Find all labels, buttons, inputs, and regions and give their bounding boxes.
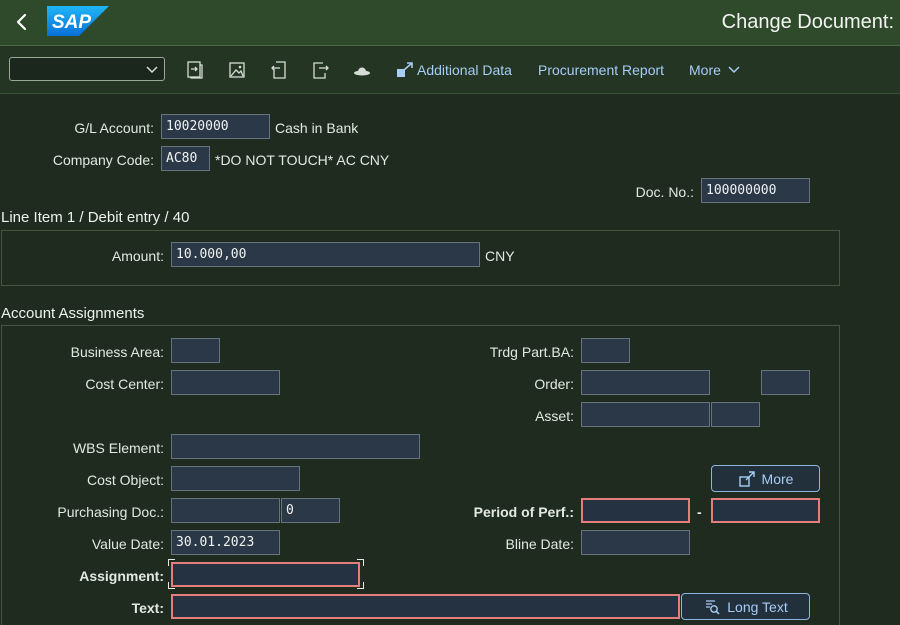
asset-label: Asset:	[535, 408, 574, 424]
order-field[interactable]	[581, 370, 710, 395]
cost-object-field[interactable]	[171, 466, 300, 491]
focus-marker	[357, 582, 364, 589]
more-menu-button[interactable]: More	[689, 62, 741, 78]
bline-date-label: Bline Date:	[505, 536, 574, 552]
more-assignments-button[interactable]: More	[711, 465, 820, 492]
text-field[interactable]	[171, 594, 680, 619]
order-extra-field[interactable]	[761, 370, 810, 395]
order-label: Order:	[534, 376, 574, 392]
long-text-label: Long Text	[727, 598, 788, 615]
doc-no-label: Doc. No.:	[635, 184, 694, 200]
back-button[interactable]	[10, 10, 34, 34]
chevron-down-icon	[146, 66, 158, 74]
period-to-field[interactable]	[711, 498, 820, 523]
cost-object-label: Cost Object:	[86, 472, 164, 488]
layout-select[interactable]	[9, 57, 165, 81]
value-date-label: Value Date:	[91, 536, 164, 552]
svg-text:SAP: SAP	[52, 12, 91, 33]
assignment-label: Assignment:	[79, 568, 164, 584]
image-icon[interactable]	[227, 60, 247, 80]
chevron-left-icon	[16, 13, 27, 31]
period-from-field[interactable]	[581, 498, 690, 523]
assignment-field[interactable]	[171, 562, 360, 587]
value-date-field[interactable]: 30.01.2023	[171, 530, 280, 555]
additional-data-button[interactable]: Additional Data	[417, 62, 512, 78]
gl-account-description: Cash in Bank	[275, 120, 359, 136]
trdg-part-field[interactable]	[581, 338, 630, 363]
line-item-section-title: Line Item 1 / Debit entry / 40	[1, 209, 190, 226]
business-area-label: Business Area:	[70, 344, 164, 360]
asset-field[interactable]	[581, 402, 710, 427]
gl-account-field[interactable]: 10020000	[161, 114, 270, 139]
text-label: Text:	[131, 600, 164, 616]
wbs-element-label: WBS Element:	[72, 440, 164, 456]
additional-data-icon	[395, 60, 415, 80]
divider	[0, 93, 900, 94]
cost-center-field[interactable]	[171, 370, 280, 395]
asset-subnumber-field[interactable]	[711, 402, 760, 427]
document-switch-icon[interactable]	[185, 60, 205, 80]
long-text-button[interactable]: Long Text	[681, 593, 810, 620]
document-return-icon[interactable]	[269, 60, 289, 80]
more-assignments-label: More	[761, 470, 794, 487]
page-title: Change Document:	[721, 11, 894, 33]
procurement-report-button[interactable]: Procurement Report	[538, 62, 664, 78]
chevron-down-icon	[728, 66, 740, 74]
period-separator: -	[697, 504, 702, 520]
currency-text: CNY	[485, 248, 515, 264]
purchasing-doc-label: Purchasing Doc.:	[57, 504, 164, 520]
amount-label: Amount:	[111, 248, 164, 264]
wbs-element-field[interactable]	[171, 434, 420, 459]
business-area-field[interactable]	[171, 338, 220, 363]
company-code-description: *DO NOT TOUCH* AC CNY	[215, 152, 390, 168]
open-external-icon	[738, 470, 755, 487]
doc-no-field[interactable]: 100000000	[701, 178, 810, 203]
document-forward-icon[interactable]	[310, 60, 330, 80]
period-of-perf-label: Period of Perf.:	[473, 504, 574, 520]
trdg-part-label: Trdg Part.BA:	[489, 344, 574, 360]
more-menu-label: More	[689, 62, 721, 78]
cost-center-label: Cost Center:	[85, 376, 164, 392]
amount-field[interactable]: 10.000,00	[171, 242, 480, 267]
document-search-icon	[706, 599, 720, 615]
purchasing-doc-item-field[interactable]: 0	[281, 498, 340, 523]
focus-marker	[168, 559, 175, 566]
sap-logo: SAP	[47, 6, 109, 36]
company-code-field[interactable]: AC80	[161, 146, 210, 171]
gl-account-label: G/L Account:	[74, 120, 154, 136]
focus-marker	[168, 582, 175, 589]
purchasing-doc-field[interactable]	[171, 498, 280, 523]
focus-marker	[357, 559, 364, 566]
hat-icon[interactable]	[352, 60, 372, 80]
company-code-label: Company Code:	[52, 152, 154, 168]
account-assignments-section-title: Account Assignments	[1, 305, 145, 322]
bline-date-field[interactable]	[581, 530, 690, 555]
